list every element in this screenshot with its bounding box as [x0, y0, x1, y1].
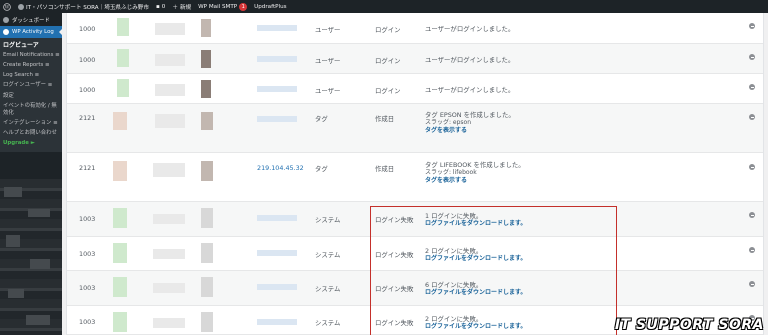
blurred-menu-area — [0, 179, 62, 335]
event-type: システム — [315, 285, 341, 293]
event-name: ログイン — [375, 26, 401, 34]
event-name: 作成日 — [375, 115, 395, 123]
event-type: システム — [315, 251, 341, 259]
wp-mail-smtp-link[interactable]: WP Mail SMTP 1 — [198, 2, 248, 11]
more-info-icon[interactable] — [749, 247, 755, 253]
event-id: 1000 — [79, 25, 96, 33]
svg-text:W: W — [5, 4, 10, 10]
event-id: 2121 — [79, 164, 96, 172]
event-type: タグ — [315, 165, 328, 173]
new-content-link[interactable]: ＋ 新規 — [172, 3, 191, 11]
more-info-icon[interactable] — [749, 54, 755, 60]
comment-icon: ▪ — [155, 3, 160, 10]
event-name: ログイン — [375, 57, 401, 65]
sidebar-item-enable-disable-events[interactable]: イベントの有効化 / 無効化 — [0, 101, 62, 118]
event-name: ログイン — [375, 87, 401, 95]
event-message: ユーザーがログインしました。 — [425, 86, 515, 94]
sidebar-item-help-contact[interactable]: ヘルプとお問い合わせ — [0, 129, 62, 139]
sidebar-item-log-search[interactable]: Log Search ≡ — [0, 71, 62, 81]
sidebar-item-integrations[interactable]: インテグレーション ≡ — [0, 118, 62, 128]
table-row[interactable]: 1000 ユーザー ログイン ユーザーがログインしました。 — [67, 44, 763, 74]
sidebar-submenu: ログビューア Email Notifications ≡ Create Repo… — [0, 38, 62, 152]
table-row[interactable]: 1000 ユーザー ログイン ユーザーがログインしました。 — [67, 74, 763, 104]
sidebar-item-dashboard[interactable]: ダッシュボード — [0, 13, 62, 26]
event-id: 1003 — [79, 284, 96, 292]
view-tag-link[interactable]: タグを表示する — [425, 127, 515, 135]
plus-icon: ＋ — [172, 4, 178, 11]
site-name-link[interactable]: IT・パソコンサポート SORA｜埼玉県ふじみ野市 — [18, 3, 149, 11]
event-message: ユーザーがログインしました。 — [425, 25, 515, 33]
event-type: システム — [315, 319, 341, 327]
more-info-icon[interactable] — [749, 84, 755, 90]
sidebar-item-upgrade[interactable]: Upgrade ► — [0, 139, 62, 149]
event-id: 1000 — [79, 86, 96, 94]
wordpress-logo-icon[interactable]: W — [3, 2, 11, 11]
more-info-icon[interactable] — [749, 23, 755, 29]
event-id: 1003 — [79, 250, 96, 258]
sidebar-item-settings[interactable]: 設定 — [0, 91, 62, 101]
event-message: タグ LIFEBOOK を作成しました。 スラッグ: lifebook タグを表… — [425, 161, 525, 185]
event-type: システム — [315, 216, 341, 224]
watermark: IT SUPPORT SORA — [614, 317, 764, 333]
admin-bar: W IT・パソコンサポート SORA｜埼玉県ふじみ野市 ▪ 0 ＋ 新規 WP … — [0, 0, 768, 13]
more-info-icon[interactable] — [749, 212, 755, 218]
more-info-icon[interactable] — [749, 164, 755, 170]
event-id: 1003 — [79, 318, 96, 326]
admin-sidebar: ダッシュボード WP Activity Log ログビューア Email Not… — [0, 13, 62, 335]
notification-badge: 1 — [239, 2, 248, 11]
updraftplus-link[interactable]: UpdraftPlus — [254, 4, 286, 10]
event-type: ユーザー — [315, 26, 341, 34]
source-ip: 219.104.45.32 — [257, 164, 304, 172]
event-message: タグ EPSON を作成しました。 スラッグ: epson タグを表示する — [425, 111, 515, 135]
event-id: 2121 — [79, 114, 96, 122]
home-icon — [18, 3, 24, 10]
event-id: 1003 — [79, 215, 96, 223]
red-highlight-box — [370, 206, 617, 335]
table-row[interactable]: 1000 ユーザー ログイン ユーザーがログインしました。 — [67, 13, 763, 44]
table-row[interactable]: 2121 219.104.45.32 タグ 作成日 タグ LIFEBOOK を作… — [67, 153, 763, 202]
event-type: タグ — [315, 115, 328, 123]
event-message: ユーザーがログインしました。 — [425, 56, 515, 64]
more-info-icon[interactable] — [749, 114, 755, 120]
activity-log-icon — [3, 29, 9, 35]
dashboard-icon — [3, 16, 9, 23]
more-info-icon[interactable] — [749, 281, 755, 287]
sidebar-item-log-viewer[interactable]: ログビューア — [0, 40, 62, 50]
table-row[interactable]: 2121 タグ 作成日 タグ EPSON を作成しました。 スラッグ: epso… — [67, 104, 763, 153]
main-content: 1000 ユーザー ログイン ユーザーがログインしました。 1000 ユーザー … — [62, 13, 768, 335]
sidebar-item-create-reports[interactable]: Create Reports ≡ — [0, 60, 62, 70]
event-type: ユーザー — [315, 57, 341, 65]
sidebar-item-wp-activity-log[interactable]: WP Activity Log — [0, 26, 62, 38]
sidebar-item-logged-in-users[interactable]: ログインユーザー ≡ — [0, 81, 62, 91]
event-name: 作成日 — [375, 165, 395, 173]
sidebar-item-email-notifications[interactable]: Email Notifications ≡ — [0, 50, 62, 60]
comments-link[interactable]: ▪ 0 — [156, 4, 165, 10]
event-id: 1000 — [79, 56, 96, 64]
view-tag-link[interactable]: タグを表示する — [425, 177, 525, 185]
event-type: ユーザー — [315, 87, 341, 95]
